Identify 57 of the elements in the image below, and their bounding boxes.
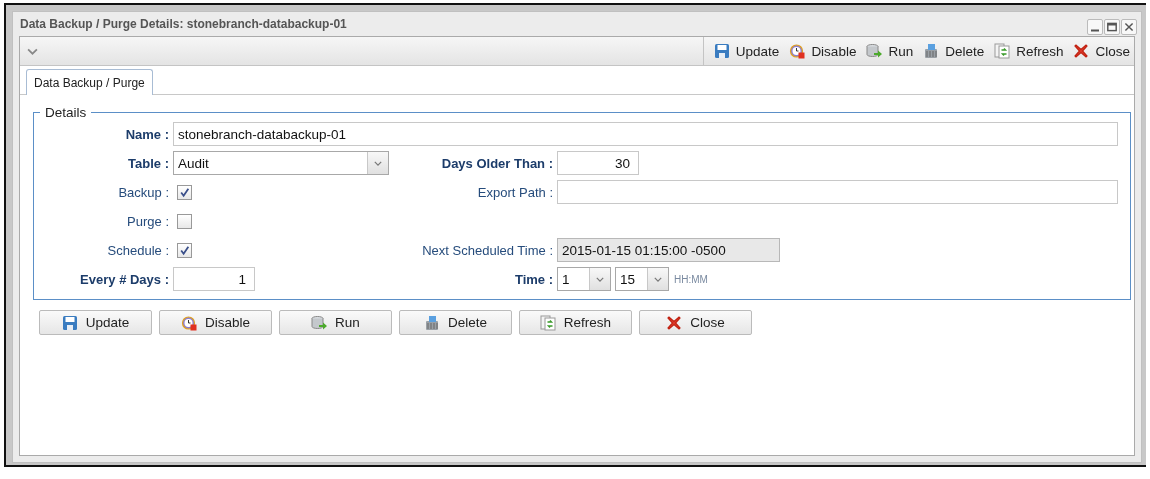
minute-dropdown[interactable]: 15 (615, 267, 669, 291)
chevron-down-icon (654, 276, 662, 282)
field-label: Next Scheduled Time : (422, 242, 553, 258)
toolbar-button[interactable]: Run (862, 41, 918, 61)
hour-dropdown[interactable]: 1 (557, 267, 611, 291)
action-button[interactable]: Disable (159, 310, 272, 335)
time-format-hint: HH:MM (674, 273, 708, 285)
database-arrow-icon (866, 43, 883, 59)
field-label: Table : (128, 155, 169, 171)
action-button[interactable]: Update (39, 310, 152, 335)
window-title: Data Backup / Purge Details: stonebranch-databackup-01 (20, 17, 347, 31)
chevron-down-icon (596, 276, 604, 282)
action-button[interactable]: Close (639, 310, 752, 335)
alarm-clock-icon (181, 314, 197, 331)
database-arrow-icon (311, 314, 328, 331)
tab[interactable]: Data Backup / Purge (26, 69, 153, 95)
chevron-down-icon[interactable] (27, 47, 38, 55)
close-icon (666, 314, 683, 331)
field-label: Purge : (127, 213, 169, 229)
checkbox[interactable] (177, 213, 192, 229)
field-label: Days Older Than : (441, 155, 553, 171)
field-label: Name : (125, 126, 169, 142)
field-label: Time : (514, 271, 553, 287)
field-label: Backup : (118, 184, 169, 200)
maximize-icon (1106, 21, 1118, 33)
field-label: Every # Days : (80, 271, 169, 287)
toolbar-button[interactable]: Close (1069, 41, 1134, 61)
toolbar-button[interactable]: Update (709, 41, 784, 61)
document-refresh-icon (539, 314, 556, 331)
checkbox[interactable] (177, 184, 192, 200)
text-field[interactable]: stonebranch-databackup-01 (173, 122, 1118, 146)
section-title: Details (44, 105, 88, 120)
action-button[interactable]: Delete (399, 310, 512, 335)
maximize-button[interactable] (1104, 19, 1120, 35)
close-button[interactable] (1121, 19, 1137, 35)
number-field[interactable]: 1 (173, 267, 255, 291)
action-button[interactable]: Refresh (519, 310, 632, 335)
shredder-icon (923, 43, 940, 59)
minimize-button[interactable] (1087, 19, 1103, 35)
field-label: Export Path : (477, 184, 553, 200)
minimize-icon (1091, 29, 1099, 32)
number-field[interactable]: 30 (557, 151, 639, 175)
toolbar-button[interactable]: Refresh (990, 41, 1068, 61)
field-label: Schedule : (107, 242, 169, 258)
close-icon (1073, 43, 1090, 59)
close-icon (1123, 21, 1135, 33)
document-refresh-icon (994, 43, 1011, 59)
text-field[interactable]: 2015-01-15 01:15:00 -0500 (557, 238, 780, 262)
toolbar-button[interactable]: Delete (919, 41, 989, 61)
checkbox[interactable] (177, 242, 192, 258)
alarm-clock-icon (789, 43, 806, 59)
text-field[interactable] (557, 180, 1118, 204)
action-button[interactable]: Run (279, 310, 392, 335)
toolbar-button[interactable]: Disable (785, 41, 861, 61)
table-dropdown[interactable]: Audit (173, 151, 389, 175)
chevron-down-icon (374, 160, 382, 166)
shredder-icon (424, 314, 440, 331)
